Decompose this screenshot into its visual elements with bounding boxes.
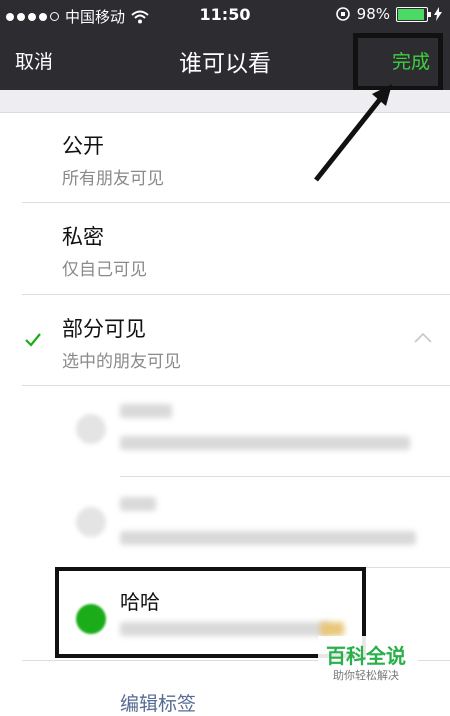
friend-name-blurred	[120, 497, 156, 511]
option-subtitle: 所有朋友可见	[62, 169, 164, 189]
status-right: 98%	[335, 5, 442, 23]
option-private[interactable]: 私密 仅自己可见	[0, 203, 450, 293]
friend-detail-blurred	[120, 436, 410, 450]
orientation-lock-icon	[335, 7, 350, 21]
option-title: 公开	[62, 134, 104, 158]
friend-row[interactable]	[0, 477, 450, 567]
option-public[interactable]: 公开 所有朋友可见	[0, 112, 450, 202]
friend-detail-blurred	[120, 531, 416, 545]
friend-row[interactable]	[0, 386, 450, 476]
option-subtitle: 仅自己可见	[62, 260, 147, 280]
option-subtitle: 选中的朋友可见	[62, 352, 181, 372]
option-title: 私密	[62, 225, 104, 249]
section-gap	[0, 90, 450, 113]
battery-icon	[396, 6, 431, 22]
option-title: 部分可见	[62, 317, 146, 341]
charging-icon	[434, 7, 442, 21]
watermark-title: 百科全说	[326, 644, 406, 668]
edit-tags-link[interactable]: 编辑标签	[120, 689, 196, 716]
checkmark-icon	[25, 333, 41, 347]
chevron-up-icon[interactable]	[414, 331, 432, 343]
friend-checkbox[interactable]	[76, 507, 106, 537]
battery-percent: 98%	[356, 5, 390, 23]
option-partial[interactable]: 部分可见 选中的朋友可见	[0, 295, 450, 385]
status-bar: 中国移动 11:50 98%	[0, 0, 450, 30]
friend-name-blurred	[120, 404, 172, 418]
done-highlight-box	[353, 33, 443, 91]
watermark-subtitle: 助你轻松解决	[333, 669, 399, 682]
friend-checkbox[interactable]	[76, 414, 106, 444]
